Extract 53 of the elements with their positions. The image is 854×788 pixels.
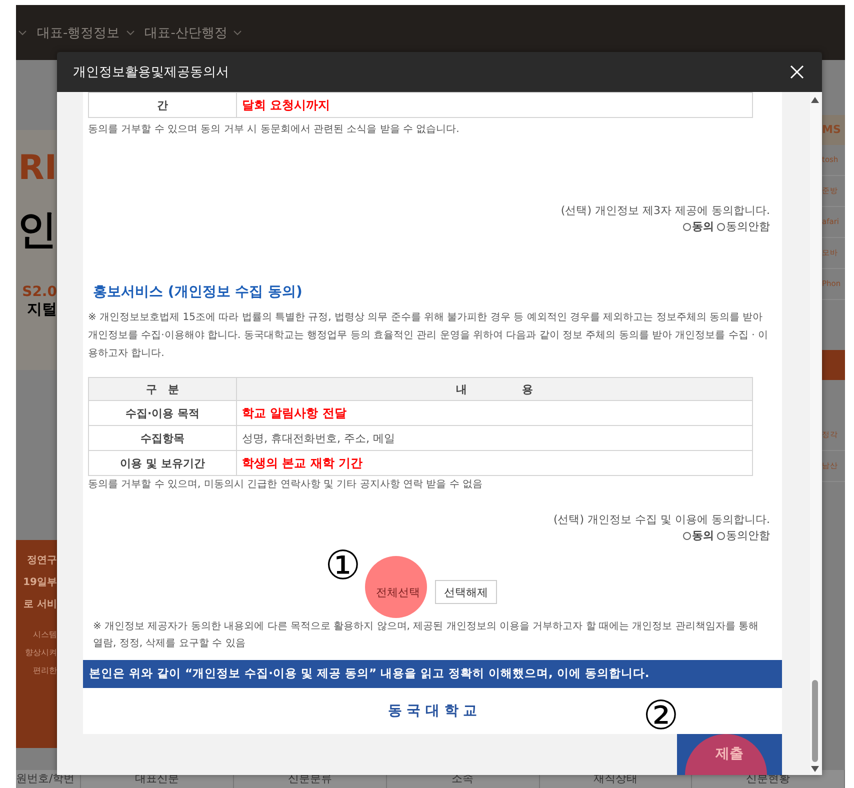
scroll-down-icon[interactable] <box>811 766 819 772</box>
notice-paragraph: ※ 개인정보보호법제 15조에 따라 법률의 특별한 규정, 법령상 의무 준수를 위해 불가피한 경우 등 예외적인 경우를 제외하고는 정보주체의 동의를 받아 개인정보를 수집·이용해야 합니다. 동국대학교는 행정업무 등의 효율적인 관리 운영을 위하여 다음과 같이 정보 주체의 동의를 받아 개인정보를 수집 · 이용하고자 합니다. <box>87 311 769 361</box>
table-cell: 학생의 본교 재학 기간 <box>236 450 752 476</box>
table-cell: 달회 요청시까지 <box>236 92 752 118</box>
radio-option[interactable]: 동의안함 <box>717 528 770 544</box>
note-text: 동의를 거부할 수 있으며 동의 거부 시 동문회에서 관련된 소식을 받을 수 없습니다. <box>87 123 460 137</box>
table-cell: 수집항목 <box>88 426 236 450</box>
chevron-down-icon <box>233 30 242 36</box>
radio-option[interactable]: 동의 <box>683 219 714 235</box>
radio-button[interactable] <box>683 532 691 540</box>
notice-text: 19일부 <box>23 576 57 590</box>
step-number: ② <box>643 696 679 736</box>
notice-text: 편리한 <box>33 665 57 677</box>
close-button[interactable] <box>790 65 804 79</box>
scroll-up-icon[interactable] <box>811 97 819 103</box>
step-number: ① <box>325 544 361 588</box>
table-cell: 학교 알림사항 전달 <box>236 400 752 426</box>
column-header: 구 분 <box>88 378 236 400</box>
consent-label: (선택) 개인정보 제3자 제공에 동의합니다. <box>560 203 770 219</box>
banner-text: RI <box>18 148 57 188</box>
notice-text: 시스템 <box>33 629 57 641</box>
radio-button[interactable] <box>683 223 691 231</box>
table-cell: 간 <box>88 92 236 118</box>
table-cell: 성명, 휴대전화번호, 주소, 메일 <box>236 426 752 450</box>
nav-menu-item[interactable]: 대표-산단행정 <box>144 24 228 42</box>
note-text: 동의를 거부할 수 있으며, 미동의시 긴급한 연락사항 및 기타 공지사항 연락 받을 수 없음 <box>87 478 484 492</box>
chevron-down-icon <box>126 30 135 36</box>
table-cell: 수집·이용 목적 <box>88 400 236 426</box>
scrollbar-thumb[interactable] <box>812 680 818 762</box>
radio-option[interactable]: 동의 <box>683 528 714 544</box>
column-header: 내 용 <box>236 378 752 400</box>
notice-paragraph: ※ 개인정보 제공자가 동의한 내용외에 다른 목적으로 활용하지 않으며, 제공된 개인정보의 이용을 거부하고자 할 때에는 개인정보 관리책임자를 통해 열람, 정정, 삭제를 요구할 수 있음 <box>92 620 760 651</box>
select-all-button[interactable]: 전체선택 <box>366 580 429 604</box>
banner-text: 인 <box>17 206 57 254</box>
notice-text: 향상시켜 <box>25 647 57 659</box>
highlight-band <box>822 350 845 380</box>
deselect-button[interactable]: 선택해제 <box>434 580 497 604</box>
chevron-down-icon <box>18 30 27 36</box>
dialog-title: 개인정보활용및제공동의서 <box>73 64 229 81</box>
radio-button[interactable] <box>717 532 725 540</box>
notice-text: 로 서비 <box>24 598 57 612</box>
notice-text: 정연구 <box>27 554 57 568</box>
nav-menu-item[interactable]: 대표-행정정보 <box>37 24 120 42</box>
radio-button[interactable] <box>717 223 725 231</box>
consent-label: (선택) 개인정보 수집 및 이용에 동의합니다. <box>553 512 770 528</box>
consent-banner: 본인은 위와 같이 “개인정보 수집·이용 및 제공 동의” 내용을 읽고 정확히 이해했으며, 이에 동의합니다. <box>83 660 782 688</box>
university-name: 동 국 대 학 교 <box>388 702 478 720</box>
section-heading: 홍보서비스 (개인정보 수집 동의) <box>92 283 304 301</box>
table-header: MS <box>822 115 845 145</box>
radio-option[interactable]: 동의안함 <box>717 219 770 235</box>
banner-text: 지털 <box>27 300 57 319</box>
banner-text: S2.0 <box>22 284 57 300</box>
table-cell: 이용 및 보유기간 <box>88 450 236 476</box>
